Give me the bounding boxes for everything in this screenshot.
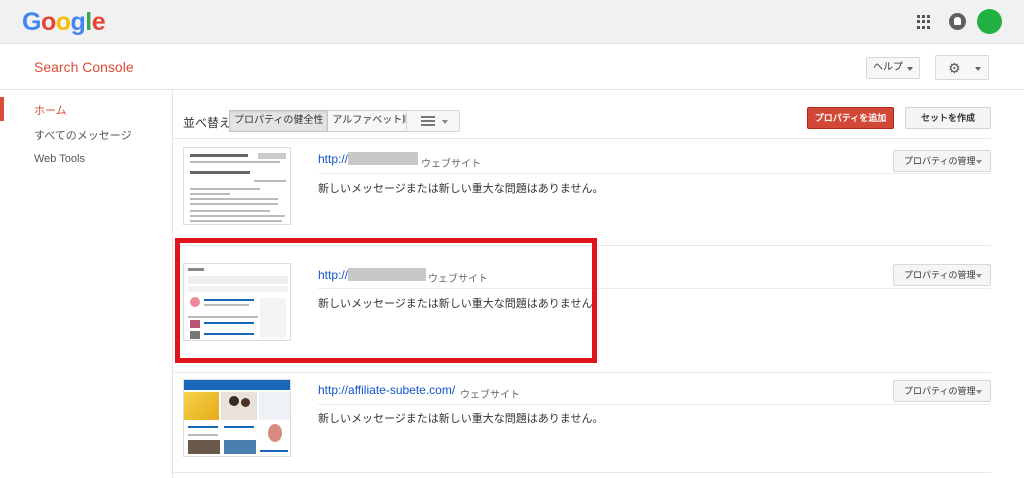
- manage-property-button[interactable]: プロパティの管理: [893, 380, 991, 402]
- logo-letter: o: [40, 8, 56, 36]
- sort-options: プロパティの健全性 アルファベット順: [229, 110, 418, 132]
- divider: [318, 404, 991, 405]
- chevron-down-icon: [976, 390, 982, 394]
- logo-letter: G: [22, 8, 41, 36]
- manage-property-button[interactable]: プロパティの管理: [893, 150, 991, 172]
- product-title[interactable]: Search Console: [34, 59, 134, 75]
- property-link[interactable]: http://affiliate-subete.com/: [318, 383, 455, 397]
- property-message: 新しいメッセージまたは新しい重大な問題はありません。: [318, 413, 604, 425]
- redacted-url: [348, 152, 419, 165]
- manage-property-label: プロパティの管理: [904, 270, 976, 280]
- sort-label: 並べ替え:: [183, 116, 235, 130]
- sidebar-item-web-tools[interactable]: Web Tools: [34, 153, 85, 165]
- gear-icon: ⚙: [948, 60, 961, 76]
- sidebar-item-all-messages[interactable]: すべてのメッセージ: [34, 127, 132, 143]
- manage-property-button[interactable]: プロパティの管理: [893, 264, 991, 286]
- apps-icon[interactable]: [917, 15, 931, 29]
- sidebar-item-home[interactable]: ホーム: [34, 102, 67, 118]
- logo-letter: e: [91, 8, 106, 36]
- property-url: http://affiliate-subete.com/: [318, 383, 456, 397]
- manage-property-label: プロパティの管理: [904, 386, 976, 396]
- google-logo[interactable]: Google: [22, 8, 106, 37]
- divider: [173, 472, 991, 473]
- property-type: ウェブサイト: [421, 159, 481, 170]
- highlight-box: [175, 238, 597, 363]
- help-label: ヘルプ: [873, 62, 903, 73]
- chevron-down-icon: [907, 67, 913, 71]
- sidebar: ホーム すべてのメッセージ Web Tools: [0, 90, 173, 478]
- logo-letter: o: [55, 8, 71, 36]
- active-nav-marker: [0, 97, 4, 121]
- add-property-button[interactable]: プロパティを追加: [807, 107, 894, 129]
- chevron-down-icon: [975, 67, 981, 71]
- list-icon: [421, 116, 435, 126]
- logo-letter: g: [70, 8, 86, 36]
- property-url: http://: [318, 152, 349, 166]
- property-type: ウェブサイト: [460, 390, 520, 401]
- sort-alphabetical-button[interactable]: アルファベット順: [328, 110, 418, 132]
- divider: [173, 138, 991, 139]
- console-header: Search Console ヘルプ ⚙: [0, 44, 1024, 90]
- help-button[interactable]: ヘルプ: [866, 57, 920, 79]
- view-options-button[interactable]: [406, 110, 460, 132]
- chevron-down-icon: [976, 160, 982, 164]
- property-message: 新しいメッセージまたは新しい重大な問題はありません。: [318, 183, 604, 195]
- chevron-down-icon: [976, 274, 982, 278]
- top-bar: Google: [0, 0, 1024, 44]
- manage-property-label: プロパティの管理: [904, 156, 976, 166]
- notifications-icon[interactable]: [949, 13, 966, 30]
- divider: [318, 173, 991, 174]
- create-set-button[interactable]: セットを作成: [905, 107, 991, 129]
- site-thumbnail[interactable]: [183, 379, 291, 457]
- sort-by-health-button[interactable]: プロパティの健全性: [229, 110, 329, 132]
- settings-button[interactable]: ⚙: [935, 55, 989, 80]
- chevron-down-icon: [442, 120, 448, 124]
- site-thumbnail[interactable]: [183, 147, 291, 225]
- divider: [173, 372, 991, 373]
- property-link[interactable]: http://: [318, 152, 419, 166]
- avatar[interactable]: [977, 9, 1002, 34]
